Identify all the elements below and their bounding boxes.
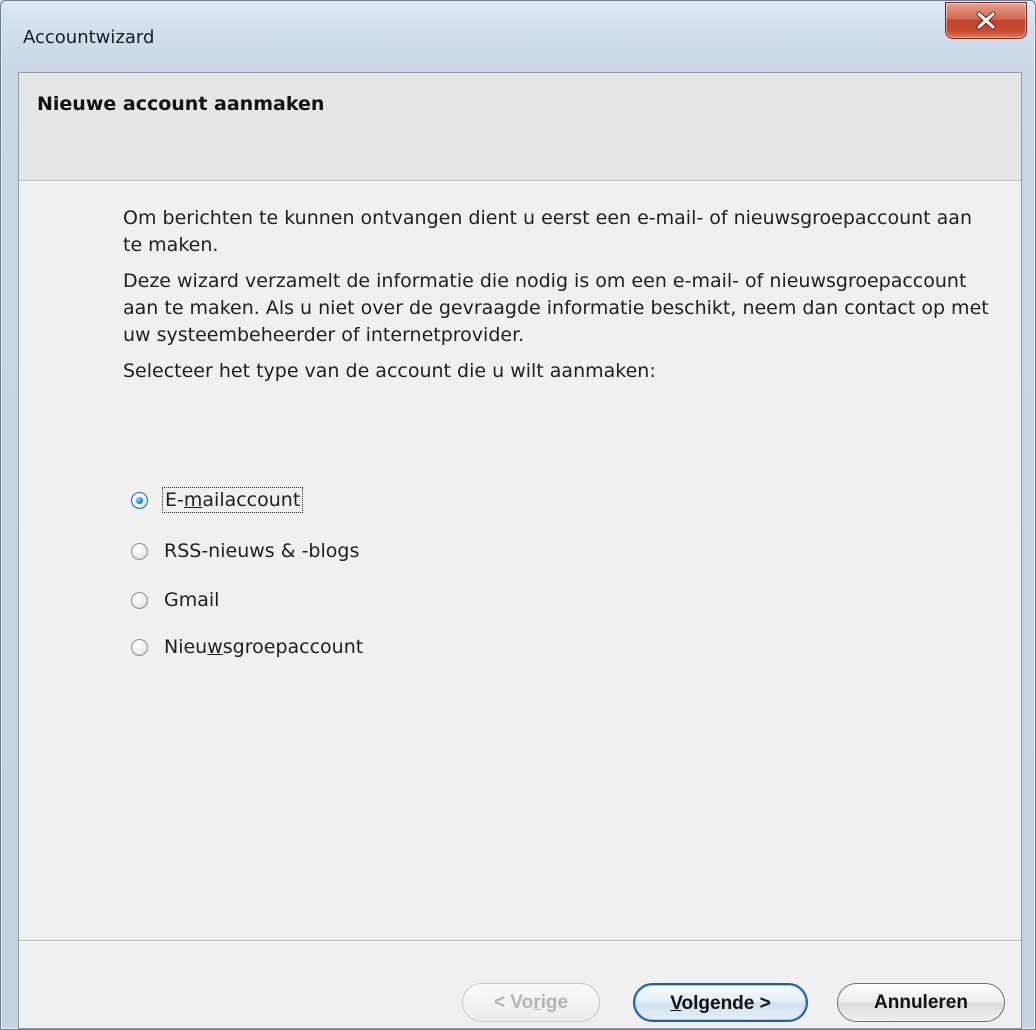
footer-divider-highlight — [19, 941, 1021, 942]
radio-button-checked[interactable] — [131, 491, 148, 509]
radio-button[interactable] — [131, 542, 148, 560]
intro-paragraph: Om berichten te kunnen ontvangen dient u… — [123, 207, 972, 256]
radio-button[interactable] — [131, 591, 148, 609]
radio-button[interactable] — [131, 638, 148, 656]
radio-label-email: E-mailaccount — [161, 487, 304, 513]
cancel-button[interactable]: Annuleren — [837, 983, 1005, 1022]
page-title: Nieuwe account aanmaken — [37, 93, 325, 115]
radio-email-account[interactable]: E-mailaccount — [131, 484, 304, 516]
radio-gmail[interactable]: Gmail — [131, 584, 219, 616]
wizard-client-area: Nieuwe account aanmaken Om berichten te … — [18, 72, 1022, 1029]
info-paragraph: Deze wizard verzamelt de informatie die … — [123, 270, 989, 346]
next-button[interactable]: Volgende > — [633, 983, 808, 1022]
select-prompt: Selecteer het type van de account die u … — [123, 360, 656, 382]
wizard-header: Nieuwe account aanmaken — [19, 73, 1021, 182]
wizard-description: Om berichten te kunnen ontvangen dient u… — [123, 205, 993, 394]
radio-label-rss: RSS-nieuws & -blogs — [164, 540, 360, 562]
back-button[interactable]: < Vorige — [462, 983, 600, 1022]
radio-label-gmail: Gmail — [164, 589, 220, 611]
close-button[interactable] — [945, 2, 1027, 39]
radio-rss-feeds[interactable]: RSS-nieuws & -blogs — [131, 535, 359, 567]
close-icon — [976, 11, 996, 30]
wizard-window: Accountwizard Nieuwe account aanmaken Om… — [0, 0, 1036, 1030]
radio-label-newsgroup: Nieuwsgroepaccount — [164, 636, 364, 658]
radio-newsgroup-account[interactable]: Nieuwsgroepaccount — [131, 631, 363, 663]
title-bar[interactable]: Accountwizard — [1, 1, 1035, 73]
window-title: Accountwizard — [23, 27, 155, 48]
